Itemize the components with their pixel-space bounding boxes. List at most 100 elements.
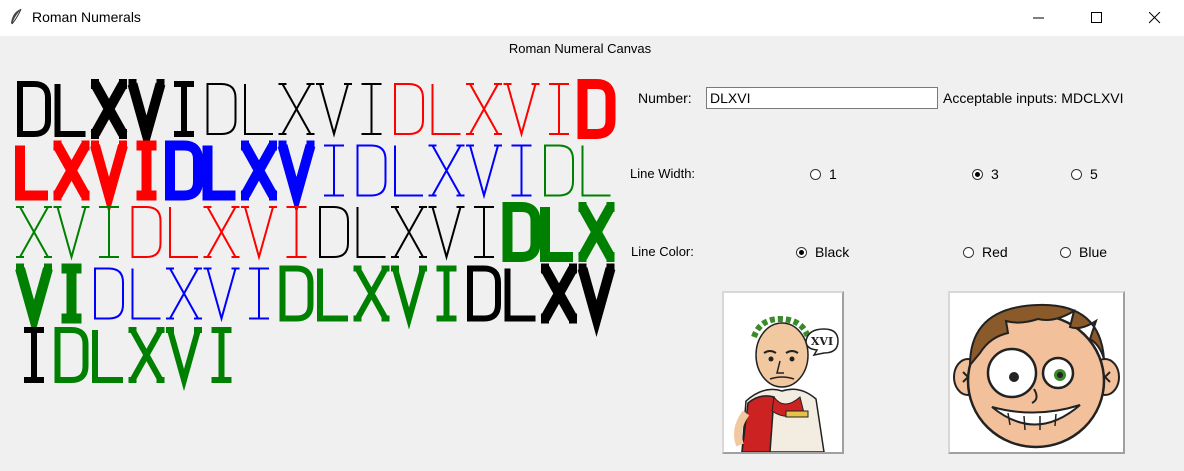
number-label: Number: [638,90,692,106]
radio-label: 1 [829,166,837,182]
radio-label: 5 [1090,166,1098,182]
line-width-radio-5[interactable]: 5 [1071,166,1098,182]
numeral-glyph-d [279,265,314,322]
radio-indicator [972,168,983,180]
numeral-glyph-x [240,140,278,201]
numeral-glyph-l [356,207,386,258]
numeral-glyph-v [241,206,277,261]
numeral-glyph-i [436,265,457,322]
numeral-glyph-l [540,207,573,262]
numeral-glyph-v [127,79,166,153]
numeral-glyph-i [99,206,119,258]
close-button[interactable] [1126,0,1184,36]
line-width-radio-1[interactable]: 1 [810,166,837,182]
radio-indicator [1071,168,1082,180]
numeral-glyph-i [361,83,382,135]
numeral-glyph-v [391,265,427,330]
numeral-glyph-i [61,263,82,324]
radio-indicator [963,246,974,258]
numeral-glyph-v [577,263,616,338]
numeral-glyph-l [92,330,123,383]
numeral-glyph-v [466,144,502,200]
numeral-glyph-l [169,207,198,258]
numeral-glyph-i [511,144,532,197]
maximize-icon [1091,12,1102,23]
numeral-glyph-x [578,202,615,262]
close-icon [1149,12,1161,24]
numeral-glyph-l [317,268,348,322]
radio-indicator [796,246,807,258]
cartoon-face-button[interactable] [948,291,1125,454]
numeral-glyph-i [286,206,307,258]
numeral-glyph-l [394,145,423,197]
numeral-glyph-d [206,83,237,135]
numeral-glyph-x [203,206,240,258]
caesar-icon: XVI [734,315,839,453]
numeral-glyph-d [394,83,424,135]
numeral-glyph-d [54,327,89,383]
caesar-speech-text: XVI [811,335,833,348]
radio-label: Red [982,244,1008,260]
radio-label: Black [815,244,850,260]
numeral-glyph-l [15,145,48,201]
radio-indicator [810,168,821,180]
line-color-radio-blue[interactable]: Blue [1060,244,1107,260]
roman-numeral-canvas [15,79,616,392]
number-input[interactable] [706,87,938,109]
numeral-glyph-d [94,267,124,320]
numeral-glyph-l [244,84,273,135]
numeral-glyph-x [353,265,390,322]
minimize-button[interactable] [1010,0,1068,36]
numeral-glyph-v [503,83,540,138]
numeral-glyph-i [549,83,569,135]
numeral-glyph-d [356,144,387,197]
line-color-radio-red[interactable]: Red [963,244,1008,260]
numeral-glyph-d [467,265,501,322]
numeral-glyph-i [136,140,157,201]
numeral-glyph-x [16,206,52,258]
numeral-glyph-d [577,79,616,139]
window-title: Roman Numerals [32,9,141,25]
numeral-glyph-x [278,83,315,135]
numeral-glyph-x [428,144,465,197]
numeral-glyph-v [316,83,352,138]
numeral-glyph-v [203,267,240,323]
numeral-glyph-d [502,202,541,262]
numeral-glyph-i [249,267,269,320]
minimize-icon [1033,17,1044,19]
canvas-title: Roman Numeral Canvas [508,41,652,56]
numeral-glyph-l [131,268,161,320]
numeral-glyph-l [54,84,86,137]
numeral-glyph-x [90,79,128,139]
radio-label: 3 [991,166,999,182]
line-width-radio-3[interactable]: 3 [972,166,999,182]
cartoon-face-icon [953,303,1120,449]
numeral-glyph-i [174,81,194,137]
numeral-glyph-d [165,140,203,201]
radio-indicator [1060,246,1071,258]
numeral-glyph-l [202,145,236,201]
numeral-glyph-v [428,206,465,261]
numeral-glyph-v [53,206,90,261]
radio-label: Blue [1079,244,1108,260]
numeral-glyph-v [90,140,128,215]
numeral-glyph-d [17,81,51,137]
numeral-glyph-v [277,140,316,215]
numeral-glyph-l [581,145,611,197]
numeral-glyph-v [15,263,53,338]
numeral-glyph-x [466,83,502,135]
numeral-glyph-v [166,327,202,392]
numeral-glyph-x [128,327,165,383]
maximize-button[interactable] [1068,0,1126,36]
numeral-glyph-i [324,144,344,197]
line-color-label: Line Color: [631,244,694,259]
numeral-glyph-i [474,206,494,258]
title-bar: Roman Numerals [0,0,1184,36]
numeral-glyph-d [319,206,349,258]
line-color-radio-black[interactable]: Black [796,244,849,260]
numeral-glyph-i [211,327,232,383]
caesar-image-button[interactable]: XVI [722,291,844,454]
acceptable-inputs-label: Acceptable inputs: MDCLXVI [943,90,1124,106]
numeral-glyph-i [24,327,44,383]
line-width-label: Line Width: [630,166,696,181]
